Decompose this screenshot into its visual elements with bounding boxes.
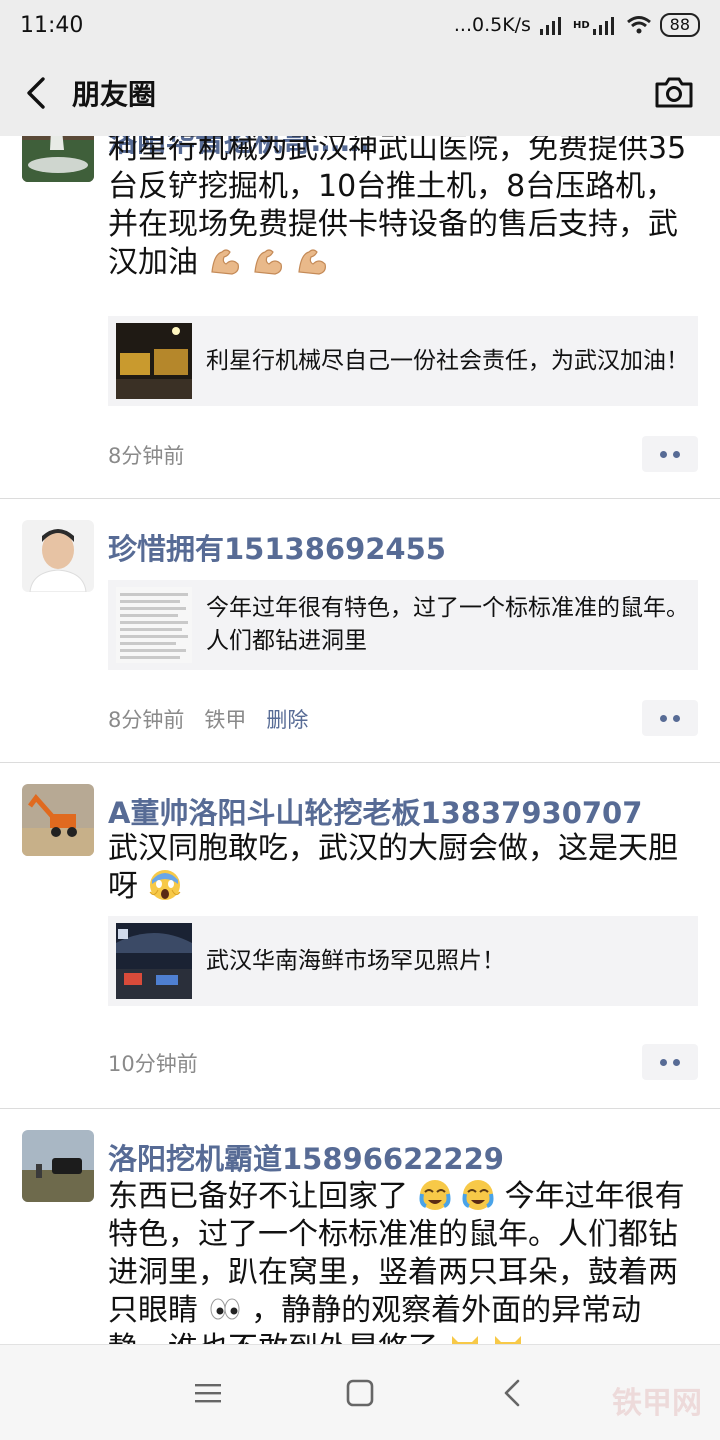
signal-icon: [539, 17, 561, 35]
post-author-name[interactable]: 洛阳挖机霸道15896622229: [108, 1136, 504, 1178]
link-thumbnail: [116, 923, 192, 999]
crying-face-icon: [408, 1179, 505, 1214]
post-text-content: 东西已备好不让回家了: [108, 1179, 408, 1214]
hd-label: HD: [572, 19, 590, 31]
post-time: 8分钟前: [108, 444, 185, 468]
post-meta: 10分钟前: [108, 1048, 198, 1078]
divider: [0, 498, 720, 499]
signal-icon-2: [592, 17, 614, 35]
dot-icon: [660, 714, 667, 722]
back-triangle-icon[interactable]: [490, 1371, 534, 1415]
post-text: 利星行机械为武汉神武山医院，免费提供35台反铲挖掘机，10台推土机，8台压路机，…: [108, 136, 688, 282]
post-meta: 8分钟前: [108, 440, 184, 470]
menu-icon[interactable]: [186, 1371, 230, 1415]
network-speed: ...0.5K/s: [453, 14, 531, 36]
avatar[interactable]: [22, 1130, 94, 1202]
link-card[interactable]: 今年过年很有特色，过了一个标标准准的鼠年。人们都钻进洞里: [108, 580, 698, 670]
more-actions-button[interactable]: [642, 436, 698, 472]
post-text: 武汉同胞敢吃，武汉的大厨会做，这是天胆呀: [108, 830, 688, 906]
eyes-icon: [198, 1293, 251, 1328]
post-text-content: 武汉同胞敢吃，武汉的大厨会做，这是天胆呀: [108, 831, 678, 904]
divider: [0, 1108, 720, 1109]
post-meta: 8分钟前 铁甲 删除: [108, 704, 308, 734]
link-title: 利星行机械尽自己一份社会责任，为武汉加油！: [206, 347, 689, 374]
divider: [0, 762, 720, 763]
header: 朋友圈: [0, 50, 720, 136]
delete-button[interactable]: 删除: [266, 704, 308, 734]
post-text-content: 利星行机械为武汉神武山医院，免费提供35台反铲挖掘机，10台推土机，8台压路机，…: [108, 136, 687, 280]
more-actions-button[interactable]: [642, 700, 698, 736]
wifi-icon: [626, 16, 651, 34]
grinning-cat-icon: [438, 1331, 525, 1344]
chevron-left-icon[interactable]: [6, 50, 66, 136]
flexed-biceps-icon: [198, 245, 329, 280]
link-title: 武汉华南海鲜市场罕见照片！: [206, 947, 505, 974]
link-title: 今年过年很有特色，过了一个标标准准的鼠年。人们都钻进洞里: [206, 595, 689, 654]
dot-icon: [660, 450, 667, 458]
avatar[interactable]: [22, 136, 94, 182]
moments-feed[interactable]: 洛阳华晋挖机哥…… 利星行机械为武汉神武山医院，免费提供35台反铲挖掘机，10台…: [0, 136, 720, 1344]
watermark-logo: 铁甲网: [612, 1387, 702, 1420]
post-time: 10分钟前: [108, 1052, 198, 1076]
link-card[interactable]: 利星行机械尽自己一份社会责任，为武汉加油！: [108, 316, 698, 406]
battery-indicator: 88: [659, 13, 700, 37]
dot-icon: [660, 1058, 667, 1066]
post-text: 东西已备好不让回家了 今年过年很有特色，过了一个标标准准的鼠年。人们都钻进洞里，…: [108, 1178, 688, 1344]
dot-icon: [673, 1058, 680, 1066]
status-time: 11:40: [20, 12, 84, 38]
screaming-face-icon: [138, 869, 182, 904]
link-card[interactable]: 武汉华南海鲜市场罕见照片！: [108, 916, 698, 1006]
post-source[interactable]: 铁甲: [204, 704, 246, 734]
avatar[interactable]: [22, 784, 94, 856]
page-title: 朋友圈: [72, 78, 157, 111]
status-indicators: ...0.5K/s HD 88: [454, 13, 700, 37]
dot-icon: [673, 714, 680, 722]
link-thumbnail: [116, 323, 192, 399]
post-author-name[interactable]: A董帅洛阳斗山轮挖老板13837930707: [108, 790, 642, 832]
link-thumbnail: [116, 587, 192, 663]
status-bar: 11:40 ...0.5K/s HD 88: [0, 0, 720, 50]
home-square-icon[interactable]: [338, 1371, 382, 1415]
post-author-name[interactable]: 珍惜拥有15138692455: [108, 526, 446, 568]
avatar[interactable]: [22, 520, 94, 592]
camera-icon[interactable]: [654, 72, 694, 112]
post-time: 8分钟前: [108, 708, 185, 732]
more-actions-button[interactable]: [642, 1044, 698, 1080]
dot-icon: [673, 450, 680, 458]
